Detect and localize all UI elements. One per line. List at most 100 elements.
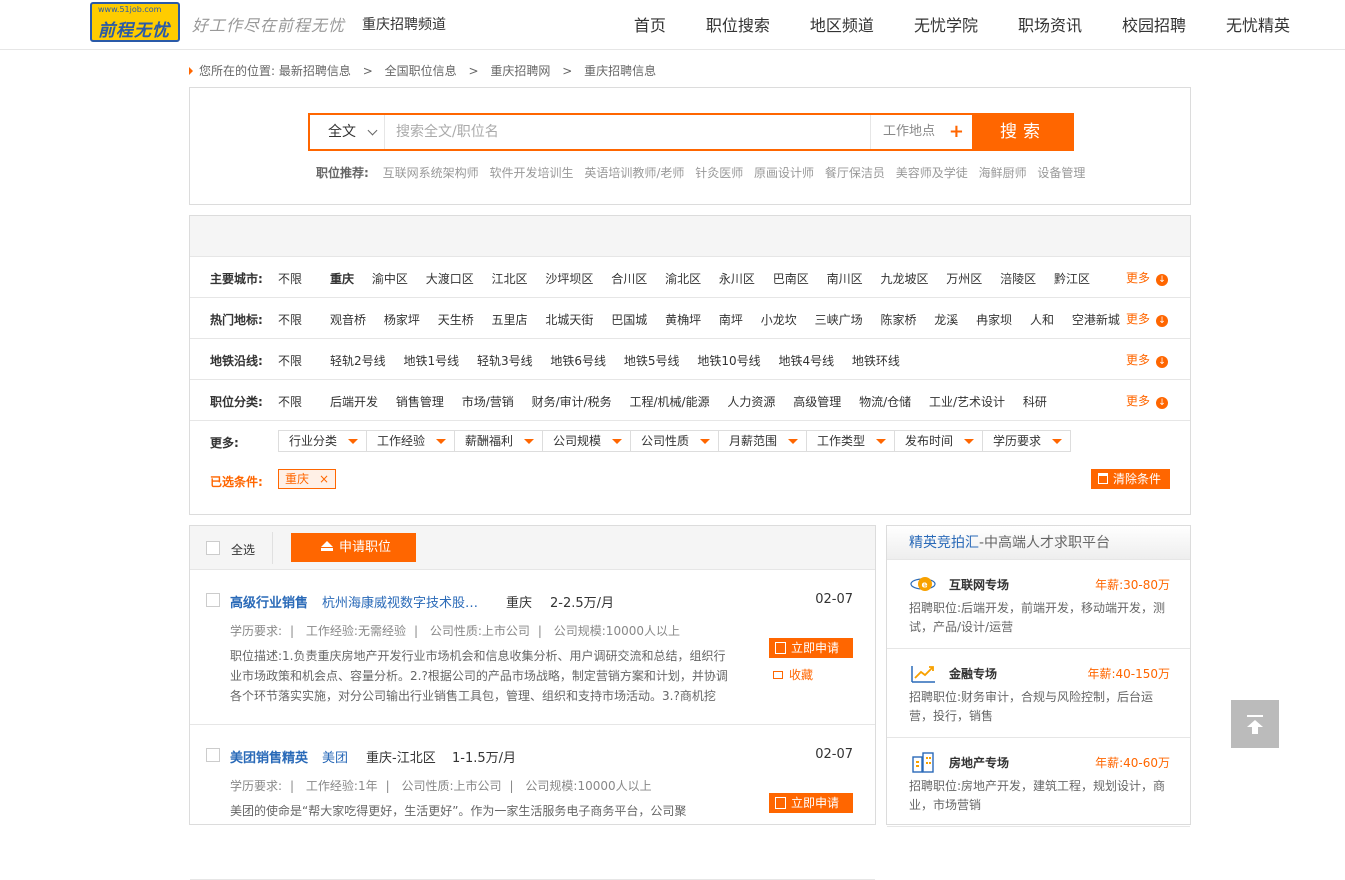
sidebar-title[interactable]: 精英竞拍汇-中高端人才求职平台: [887, 526, 1190, 560]
filter-option-all[interactable]: 不限: [278, 352, 302, 369]
close-icon[interactable]: ×: [319, 472, 329, 486]
filter-option[interactable]: 地铁5号线: [624, 354, 680, 368]
filter-option[interactable]: 渝北区: [665, 272, 701, 286]
filter-option-all[interactable]: 不限: [278, 311, 302, 328]
recommend-item[interactable]: 原画设计师: [754, 166, 814, 180]
recommend-item[interactable]: 英语培训教师/老师: [584, 166, 684, 180]
breadcrumb-item-national[interactable]: 全国职位信息: [385, 64, 457, 78]
recommend-item[interactable]: 设备管理: [1037, 166, 1085, 180]
select-all-checkbox[interactable]: [206, 541, 220, 555]
job-checkbox[interactable]: [206, 593, 220, 607]
filter-option[interactable]: 市场/营销: [462, 395, 514, 409]
favorite-button[interactable]: 收藏: [773, 666, 813, 683]
zone-finance[interactable]: 金融专场 年薪:40-150万 招聘职位:财务审计，合规与风险控制，后台运营，投…: [887, 649, 1190, 738]
search-button[interactable]: 搜索: [972, 113, 1074, 151]
filter-option[interactable]: 巴国城: [611, 313, 647, 327]
filter-option[interactable]: 物流/仓储: [859, 395, 911, 409]
filter-option[interactable]: 地铁6号线: [550, 354, 606, 368]
filter-option[interactable]: 巴南区: [773, 272, 809, 286]
apply-now-button[interactable]: 立即申请: [769, 638, 853, 658]
filter-option-all[interactable]: 不限: [278, 270, 302, 287]
filter-option[interactable]: 天生桥: [438, 313, 474, 327]
filter-option[interactable]: 冉家坝: [976, 313, 1012, 327]
nav-job-search[interactable]: 职位搜索: [706, 12, 770, 36]
apply-now-button[interactable]: 立即申请: [769, 793, 853, 813]
recommend-item[interactable]: 海鲜厨师: [979, 166, 1027, 180]
job-title[interactable]: 美团销售精英: [230, 747, 308, 766]
filter-option[interactable]: 九龙坡区: [880, 272, 928, 286]
site-logo[interactable]: www.51job.com 前程无忧: [90, 2, 180, 42]
back-to-top-button[interactable]: [1231, 700, 1279, 748]
work-location-selector[interactable]: 工作地点 +: [870, 115, 974, 149]
filter-option[interactable]: 轻轨2号线: [330, 354, 386, 368]
zone-internet[interactable]: e 互联网专场 年薪:30-80万 招聘职位:后端开发，前端开发，移动端开发，测…: [887, 560, 1190, 649]
filter-option[interactable]: 人力资源: [727, 395, 775, 409]
filter-option[interactable]: 工程/机械/能源: [629, 395, 709, 409]
filter-option[interactable]: 重庆: [330, 272, 354, 286]
selected-tag[interactable]: 重庆 ×: [278, 469, 337, 489]
filter-option[interactable]: 科研: [1023, 395, 1047, 409]
filter-option[interactable]: 大渡口区: [426, 272, 474, 286]
filter-option[interactable]: 沙坪坝区: [545, 272, 593, 286]
filter-option[interactable]: 涪陵区: [1000, 272, 1036, 286]
filter-option[interactable]: 合川区: [611, 272, 647, 286]
nav-region[interactable]: 地区频道: [810, 12, 874, 36]
company-name[interactable]: 美团: [322, 747, 362, 766]
nav-campus[interactable]: 校园招聘: [1122, 12, 1186, 36]
nav-home[interactable]: 首页: [634, 12, 666, 36]
filter-option[interactable]: 后端开发: [330, 395, 378, 409]
recommend-item[interactable]: 软件开发培训生: [489, 166, 573, 180]
apply-jobs-button[interactable]: 申请职位: [291, 533, 416, 562]
search-type-select[interactable]: 全文: [310, 115, 385, 149]
filter-option[interactable]: 南川区: [827, 272, 863, 286]
nav-elite[interactable]: 无忧精英: [1226, 12, 1290, 36]
filter-option[interactable]: 龙溪: [934, 313, 958, 327]
dropdown-company-size[interactable]: 公司规模: [542, 430, 631, 452]
filter-option[interactable]: 渝中区: [372, 272, 408, 286]
dropdown-benefits[interactable]: 薪酬福利: [454, 430, 543, 452]
filter-option[interactable]: 地铁10号线: [697, 354, 760, 368]
dropdown-experience[interactable]: 工作经验: [366, 430, 455, 452]
filter-option[interactable]: 人和: [1030, 313, 1054, 327]
filter-option-all[interactable]: 不限: [278, 393, 302, 410]
breadcrumb-item-chongqing-site[interactable]: 重庆招聘网: [490, 64, 550, 78]
zone-real-estate[interactable]: 房地产专场 年薪:40-60万 招聘职位:房地产开发，建筑工程，规划设计，商业，…: [887, 738, 1190, 827]
filter-more-button[interactable]: 更多 ↓: [1126, 310, 1168, 327]
filter-option[interactable]: 高级管理: [793, 395, 841, 409]
job-checkbox[interactable]: [206, 748, 220, 762]
dropdown-job-type[interactable]: 工作类型: [806, 430, 895, 452]
nav-news[interactable]: 职场资讯: [1018, 12, 1082, 36]
filter-option[interactable]: 观音桥: [330, 313, 366, 327]
filter-option[interactable]: 空港新城: [1072, 313, 1120, 327]
filter-option[interactable]: 黄桷坪: [665, 313, 701, 327]
filter-option[interactable]: 江北区: [492, 272, 528, 286]
filter-more-button[interactable]: 更多 ↓: [1126, 392, 1168, 409]
filter-option[interactable]: 小龙坎: [761, 313, 797, 327]
filter-option[interactable]: 南坪: [719, 313, 743, 327]
filter-option[interactable]: 销售管理: [396, 395, 444, 409]
nav-academy[interactable]: 无忧学院: [914, 12, 978, 36]
recommend-item[interactable]: 餐厅保洁员: [825, 166, 885, 180]
filter-option[interactable]: 三峡广场: [815, 313, 863, 327]
filter-option[interactable]: 黔江区: [1054, 272, 1090, 286]
recommend-item[interactable]: 美容师及学徒: [896, 166, 968, 180]
filter-option[interactable]: 轻轨3号线: [477, 354, 533, 368]
company-name[interactable]: 杭州海康威视数字技术股份...: [322, 592, 482, 611]
filter-option[interactable]: 万州区: [946, 272, 982, 286]
clear-conditions-button[interactable]: 清除条件: [1090, 469, 1170, 489]
dropdown-company-type[interactable]: 公司性质: [630, 430, 719, 452]
recommend-item[interactable]: 互联网系统架构师: [383, 166, 479, 180]
filter-option[interactable]: 财务/审计/税务: [532, 395, 612, 409]
filter-option[interactable]: 工业/艺术设计: [929, 395, 1005, 409]
filter-option[interactable]: 北城天街: [545, 313, 593, 327]
dropdown-salary[interactable]: 月薪范围: [718, 430, 807, 452]
filter-option[interactable]: 陈家桥: [880, 313, 916, 327]
job-title[interactable]: 高级行业销售: [230, 592, 308, 611]
filter-option[interactable]: 永川区: [719, 272, 755, 286]
breadcrumb-item-latest[interactable]: 最新招聘信息: [279, 64, 351, 78]
filter-option[interactable]: 杨家坪: [384, 313, 420, 327]
recommend-item[interactable]: 针灸医师: [695, 166, 743, 180]
filter-more-button[interactable]: 更多 ↓: [1126, 269, 1168, 286]
filter-option[interactable]: 五里店: [492, 313, 528, 327]
dropdown-post-date[interactable]: 发布时间: [894, 430, 983, 452]
